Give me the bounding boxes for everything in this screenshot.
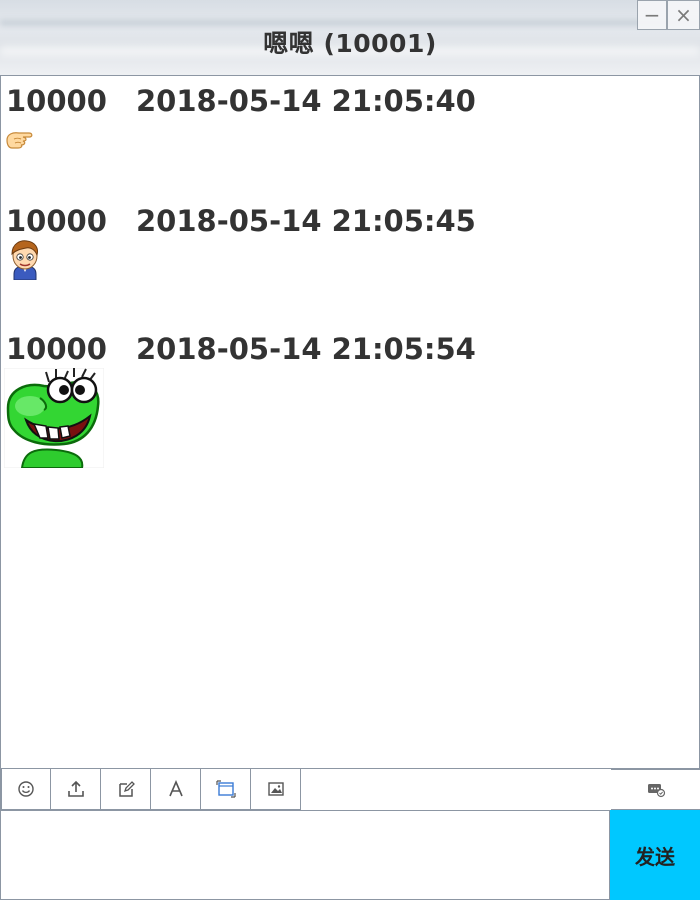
chat-history[interactable]: 10000 2018-05-14 21:05:40 10000 2018-05-14…: [0, 75, 700, 769]
minimize-button[interactable]: −: [637, 0, 667, 30]
message-toolbar: [0, 769, 700, 810]
close-button[interactable]: ×: [667, 0, 700, 30]
boy-face-icon: [7, 238, 43, 284]
title-bar: 嗯嗯 (10001) − ×: [0, 0, 700, 75]
message-sender: 10000: [6, 204, 107, 238]
edit-icon[interactable]: [101, 769, 151, 810]
green-frog-face-icon: [3, 367, 105, 472]
window-title: 嗯嗯 (10001): [263, 29, 437, 58]
upload-icon[interactable]: [51, 769, 101, 810]
message-timestamp: 2018-05-14 21:05:40: [136, 84, 476, 118]
message-header: 10000 2018-05-14 21:05:45: [6, 204, 476, 238]
message-header: 10000 2018-05-14 21:05:40: [6, 84, 476, 118]
message-sender: 10000: [6, 332, 107, 366]
message-timestamp: 2018-05-14 21:05:45: [136, 204, 476, 238]
image-icon[interactable]: [251, 769, 301, 810]
message-sender: 10000: [6, 84, 107, 118]
message-header: 10000 2018-05-14 21:05:54: [6, 332, 476, 366]
message-timestamp: 2018-05-14 21:05:54: [136, 332, 476, 366]
message-record-icon[interactable]: [611, 769, 700, 810]
message-input[interactable]: [0, 810, 610, 900]
pointing-hand-icon: [5, 128, 35, 154]
screenshot-icon[interactable]: [201, 769, 251, 810]
send-button[interactable]: 发送: [610, 810, 700, 900]
font-icon[interactable]: [151, 769, 201, 810]
smiley-icon[interactable]: [1, 769, 51, 810]
